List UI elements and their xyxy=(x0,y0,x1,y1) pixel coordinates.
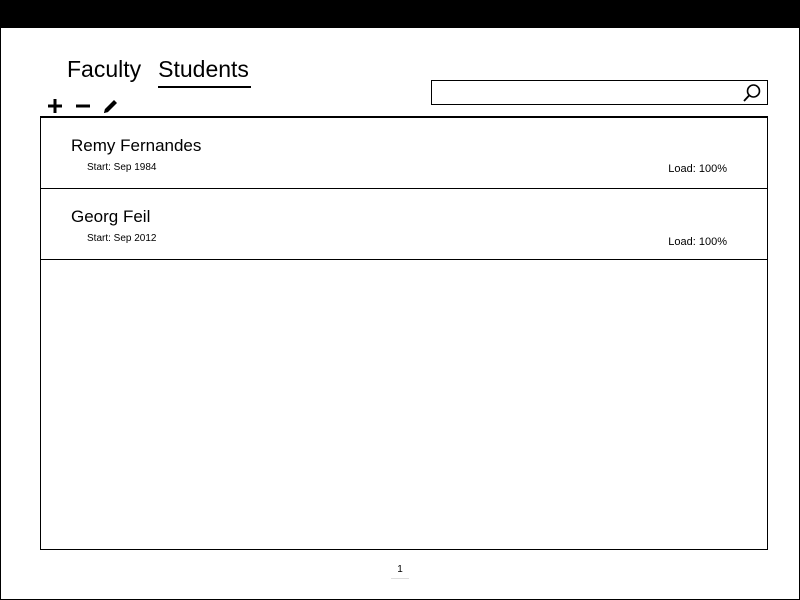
plus-icon xyxy=(47,99,62,113)
list-toolbar xyxy=(45,96,129,116)
search-input[interactable] xyxy=(436,83,736,101)
item-start-date: Start: Sep 1984 xyxy=(87,162,157,173)
page-number[interactable]: 1 xyxy=(391,563,409,579)
student-list: Remy Fernandes Start: Sep 1984 Load: 100… xyxy=(40,116,768,550)
list-item[interactable]: Georg Feil Start: Sep 2012 Load: 100% xyxy=(41,189,767,260)
search-icon xyxy=(743,84,761,102)
tab-faculty[interactable]: Faculty xyxy=(67,55,141,86)
list-item[interactable]: Remy Fernandes Start: Sep 1984 Load: 100… xyxy=(41,118,767,189)
minus-icon xyxy=(75,104,90,108)
search-button[interactable] xyxy=(742,83,762,103)
search-box xyxy=(431,80,768,105)
title-bar xyxy=(1,0,800,28)
app-window: Faculty Students Remy Fernandes Start: S… xyxy=(0,0,800,600)
remove-button[interactable] xyxy=(73,97,92,116)
edit-button[interactable] xyxy=(101,97,120,116)
item-start-date: Start: Sep 2012 xyxy=(87,233,157,244)
tab-bar: Faculty Students xyxy=(67,55,251,89)
item-load: Load: 100% xyxy=(668,163,727,175)
item-load: Load: 100% xyxy=(668,236,727,248)
tab-students[interactable]: Students xyxy=(158,55,251,88)
item-name: Remy Fernandes xyxy=(71,136,202,155)
item-name: Georg Feil xyxy=(71,207,151,226)
add-button[interactable] xyxy=(45,97,64,116)
pencil-icon xyxy=(104,99,117,113)
